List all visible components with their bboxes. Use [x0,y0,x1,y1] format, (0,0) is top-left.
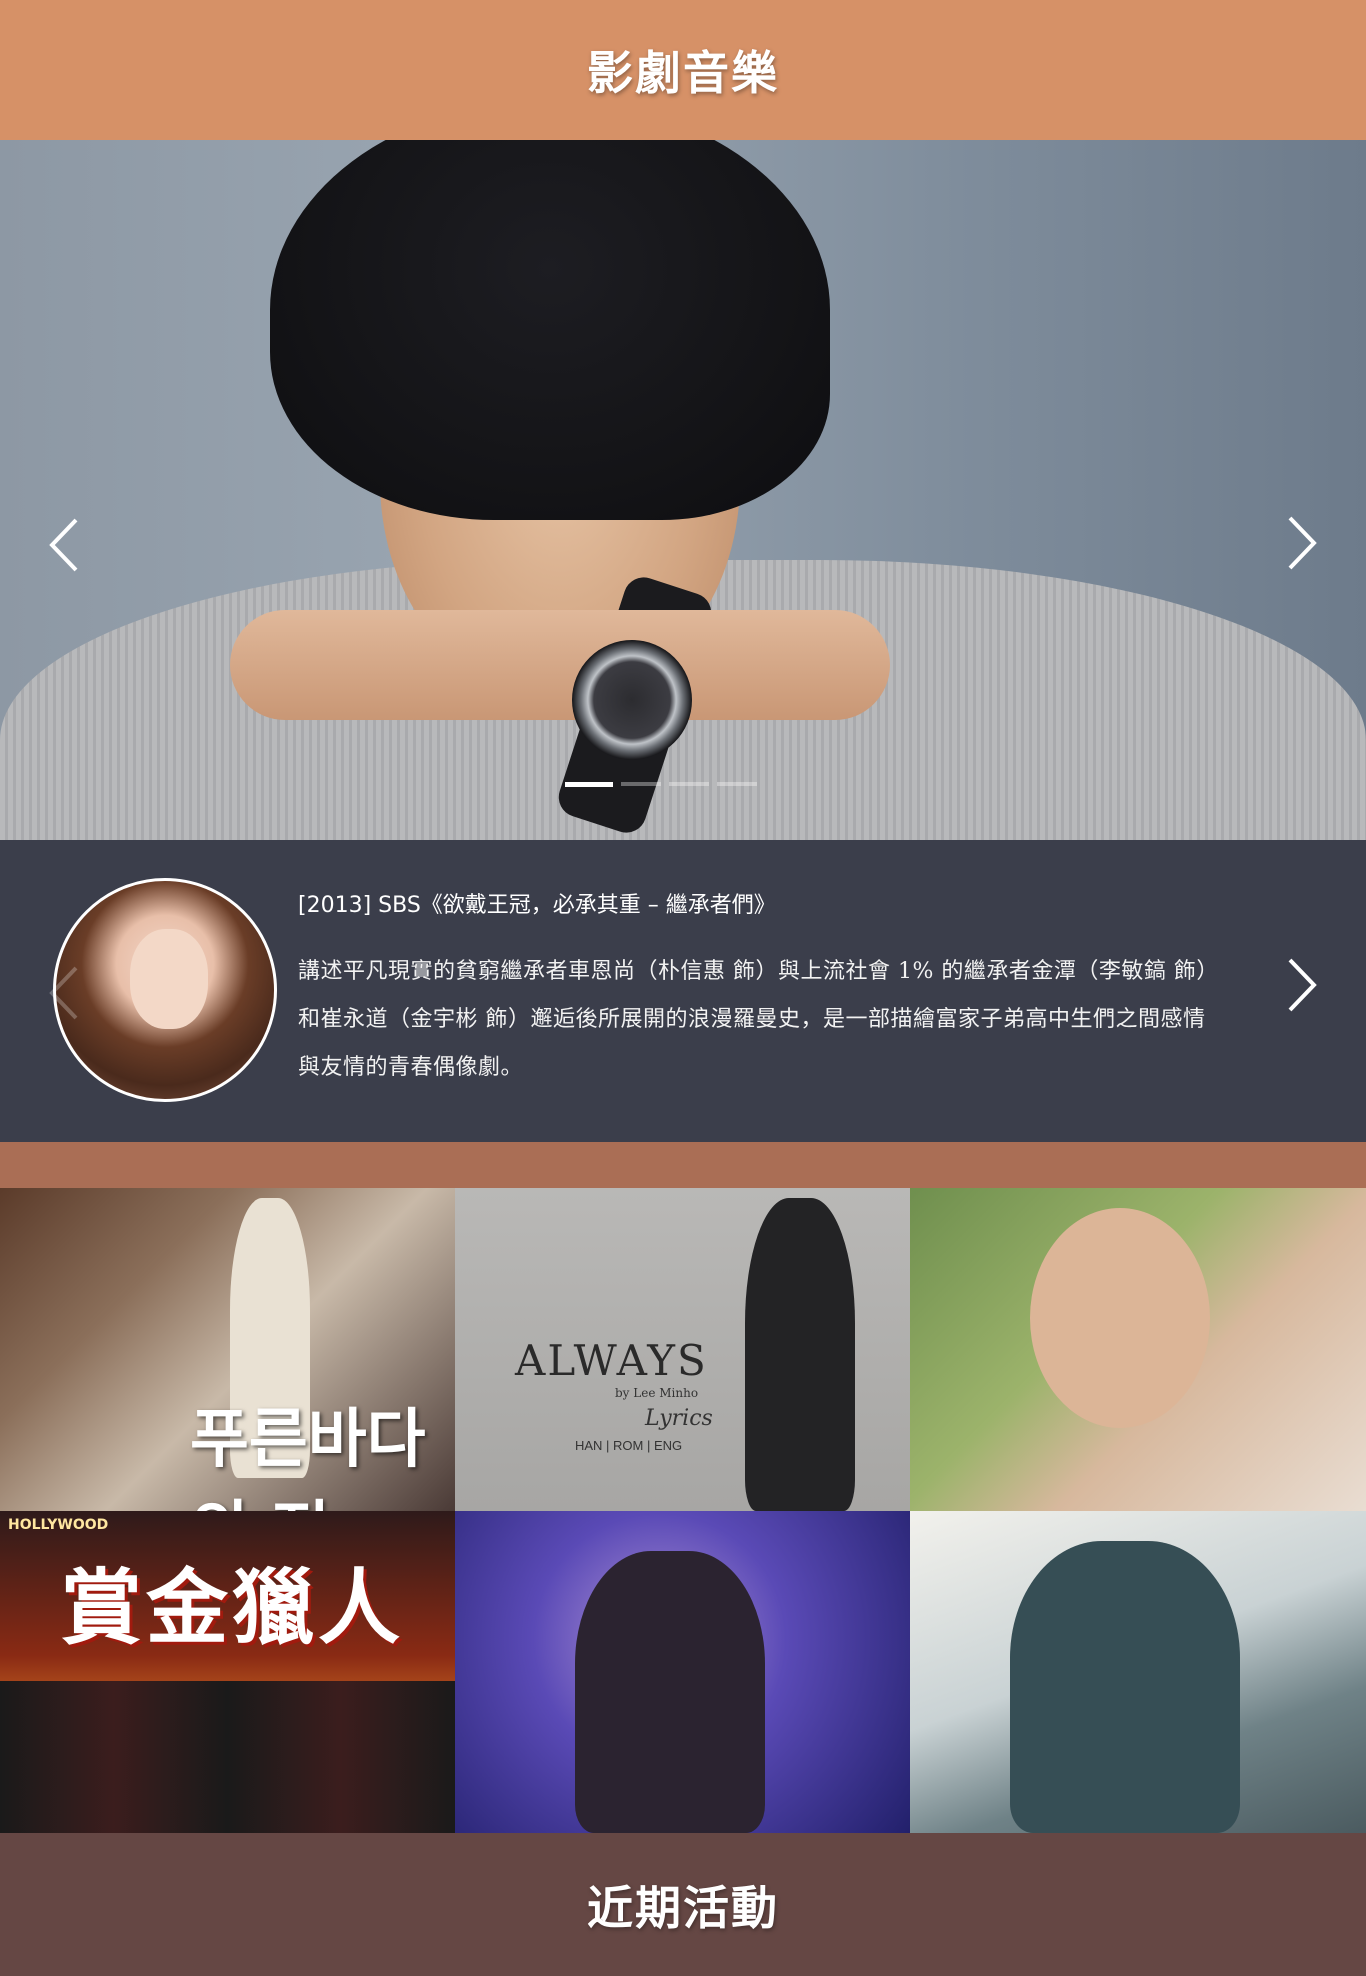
hero-next-button[interactable] [1278,508,1328,578]
gallery-tile-album-always[interactable]: ALWAYS by Lee Minho Lyrics HAN | ROM | E… [455,1188,910,1511]
hero-carousel[interactable] [0,140,1366,840]
info-prev-button[interactable] [38,958,88,1028]
carousel-indicator-3[interactable] [669,782,709,786]
hero-image-watch [572,640,692,760]
tile-caption: 푸른바다의 전 [190,1403,426,1511]
tile-figure [1030,1208,1210,1428]
gallery-tile-concert[interactable] [455,1511,910,1833]
carousel-indicator-4[interactable] [717,782,757,786]
drama-description-line: 和崔永道（金宇彬 飾）邂逅後所展開的浪漫羅曼史，是一部描繪富家子弟高中生們之間感… [298,1007,1206,1032]
poster-cinema-label: HOLLYWOOD [8,1517,109,1533]
info-next-button[interactable] [1278,950,1328,1020]
album-artist: by Lee Minho [615,1386,699,1400]
gallery-tile-movie-poster[interactable]: HOLLYWOOD 賞金獵人 [0,1511,455,1833]
drama-title: [2013] SBS《欲戴王冠，必承其重 – 繼承者們》 [298,893,776,918]
hero-prev-button[interactable] [38,510,88,580]
album-lyrics-label: Lyrics [645,1406,713,1431]
hero-image-arm [230,610,890,720]
gallery-tile-drama-poster[interactable]: 푸른바다의 전 [0,1188,455,1511]
drama-description-line: 與友情的青春偶像劇。 [298,1055,524,1080]
chevron-left-icon [49,966,78,1020]
drama-description-line: 講述平凡現實的貧窮繼承者車恩尚（朴信惠 飾）與上流社會 1% 的繼承者金潭（李敏… [298,959,1219,984]
drama-info-text: [2013] SBS《欲戴王冠，必承其重 – 繼承者們》 講述平凡現實的貧窮繼承… [298,890,1273,1092]
tile-figure [575,1551,765,1833]
chevron-right-icon [1288,516,1317,570]
chevron-left-icon [49,518,78,572]
poster-title: 賞金獵人 [60,1561,405,1656]
chevron-right-icon [1288,958,1317,1012]
tile-figure [745,1198,855,1511]
carousel-indicator-2[interactable] [621,782,661,786]
album-languages: HAN | ROM | ENG [575,1438,683,1453]
hero-image-hair [270,140,830,520]
tile-figure [1010,1541,1240,1833]
section-divider [0,1142,1366,1188]
recent-events-title: 近期活動 [587,1880,779,1935]
carousel-indicator-1[interactable] [565,782,613,787]
media-gallery: 푸른바다의 전 ALWAYS by Lee Minho Lyrics HAN |… [0,1188,1366,1833]
gallery-tile-photo-leaves[interactable] [910,1188,1366,1511]
avatar-face [130,929,208,1029]
section-title: 影劇音樂 [587,46,779,100]
album-title: ALWAYS [515,1336,708,1385]
drama-description: 講述平凡現實的貧窮繼承者車恩尚（朴信惠 飾）與上流社會 1% 的繼承者金潭（李敏… [298,948,1273,1092]
drama-info-panel: [2013] SBS《欲戴王冠，必承其重 – 繼承者們》 講述平凡現實的貧窮繼承… [0,840,1366,1142]
carousel-indicators [565,782,757,788]
section-header: 影劇音樂 [0,0,1366,140]
section-footer: 近期活動 [0,1833,1366,1976]
tile-figure [0,1681,455,1833]
gallery-tile-umbrella[interactable] [910,1511,1366,1833]
